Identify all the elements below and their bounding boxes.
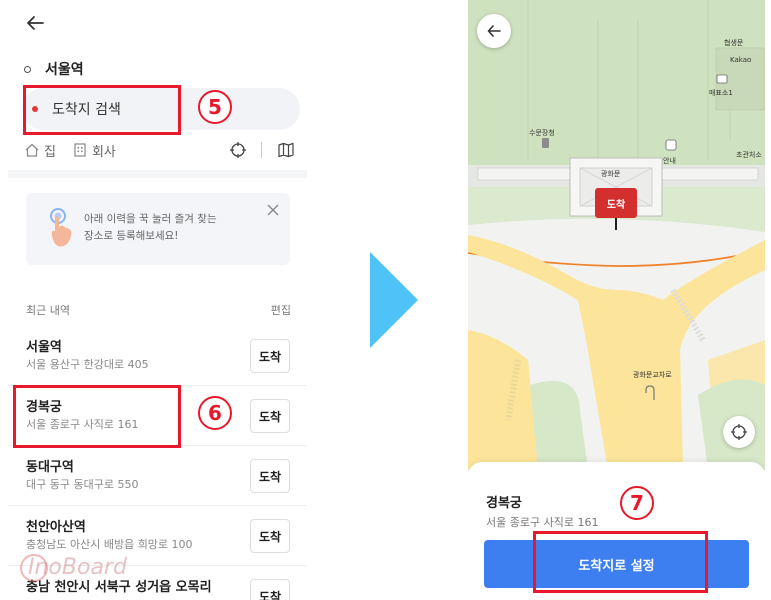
map-panel: 협생문 Kakao 매표소1 수문장청 안내 초관처소 광화문 광화문교차로 도… xyxy=(468,0,765,600)
history-item-address: 서울 용산구 한강대로 405 xyxy=(26,358,149,371)
origin-dot-icon xyxy=(24,65,31,73)
quick-home-button[interactable]: 집 xyxy=(24,141,56,160)
highlight-box-step7 xyxy=(533,531,708,593)
home-icon xyxy=(25,143,39,157)
origin-label: 서울역 xyxy=(45,62,84,78)
history-item-name: 동대구역 xyxy=(26,460,74,475)
watermark-logo: InoBoard xyxy=(20,554,127,582)
quick-work-label: 회사 xyxy=(91,144,116,160)
crosshair-icon xyxy=(731,424,747,440)
watermark-text: InoBoard xyxy=(28,555,127,580)
divider-icon xyxy=(261,142,262,158)
map-view[interactable] xyxy=(468,0,765,470)
history-item[interactable]: 동대구역 대구 동구 동대구로 550 도착 xyxy=(8,446,307,506)
arrive-button[interactable]: 도착 xyxy=(250,339,290,373)
poi-intersection[interactable]: 광화문교차로 xyxy=(633,370,672,380)
map-back-button[interactable] xyxy=(477,14,511,48)
next-step-arrow-icon xyxy=(370,252,418,348)
poi-hyeopsaengmun[interactable]: 협생문 xyxy=(724,38,743,48)
poi-chogeun[interactable]: 초관처소 xyxy=(736,150,762,160)
arrive-button[interactable]: 도착 xyxy=(250,399,290,433)
arrive-button[interactable]: 도착 xyxy=(250,579,290,600)
highlight-box-step6 xyxy=(13,385,181,448)
quick-work-button[interactable]: 회사 xyxy=(72,141,116,160)
arrive-button[interactable]: 도착 xyxy=(250,519,290,553)
history-item-name: 천안아산역 xyxy=(26,520,86,535)
my-location-button[interactable] xyxy=(723,416,755,448)
history-header: 최근 내역 편집 xyxy=(26,302,291,318)
origin-field[interactable]: 서울역 xyxy=(24,48,84,90)
poi-ticket-office[interactable]: 매표소1 xyxy=(709,88,733,98)
back-arrow-icon[interactable] xyxy=(24,12,46,34)
history-title: 최근 내역 xyxy=(26,304,70,317)
quick-places: 집 회사 xyxy=(24,140,295,160)
tip-text: 아래 이력을 꾹 눌러 즐겨 찾는 장소로 등록해보세요! xyxy=(84,211,264,245)
quick-tools xyxy=(229,141,295,159)
history-edit-button[interactable]: 편집 xyxy=(271,302,291,318)
history-item[interactable]: 서울역 서울 용산구 한강대로 405 도착 xyxy=(8,326,307,386)
history-item-name: 서울역 xyxy=(26,340,62,355)
highlight-box-step5 xyxy=(23,85,181,135)
history-item-address: 충청남도 아산시 배방읍 희망로 100 xyxy=(26,538,193,551)
poi-sumunjang[interactable]: 수문장청 xyxy=(529,128,555,138)
finger-tap-icon xyxy=(50,208,72,247)
poi-info[interactable]: 안내 xyxy=(663,156,676,166)
arrive-button[interactable]: 도착 xyxy=(250,459,290,493)
step-marker-5: 5 xyxy=(198,90,232,124)
history-item-address: 대구 동구 동대구로 550 xyxy=(26,478,139,491)
step-marker-6: 6 xyxy=(198,396,232,430)
close-icon[interactable] xyxy=(266,203,280,217)
destination-pin[interactable]: 도착 xyxy=(595,188,637,218)
place-address: 서울 종로구 사직로 161 xyxy=(486,516,599,529)
crosshair-icon[interactable] xyxy=(229,141,247,159)
tip-line-1: 아래 이력을 꾹 눌러 즐겨 찾는 xyxy=(84,213,217,225)
tip-line-2: 장소로 등록해보세요! xyxy=(84,230,179,242)
poi-gwanghwamun[interactable]: 광화문 xyxy=(601,169,620,179)
building-icon xyxy=(74,143,86,157)
favorite-tip-card: 아래 이력을 꾹 눌러 즐겨 찾는 장소로 등록해보세요! xyxy=(26,193,290,265)
poi-kakao[interactable]: Kakao xyxy=(730,56,751,64)
place-name: 경복궁 xyxy=(486,496,522,511)
back-arrow-icon xyxy=(487,25,501,37)
destination-pin-tail xyxy=(615,218,617,230)
section-divider xyxy=(8,170,307,178)
quick-home-label: 집 xyxy=(44,144,56,160)
map-icon[interactable] xyxy=(277,141,295,159)
step-marker-7: 7 xyxy=(620,486,654,520)
